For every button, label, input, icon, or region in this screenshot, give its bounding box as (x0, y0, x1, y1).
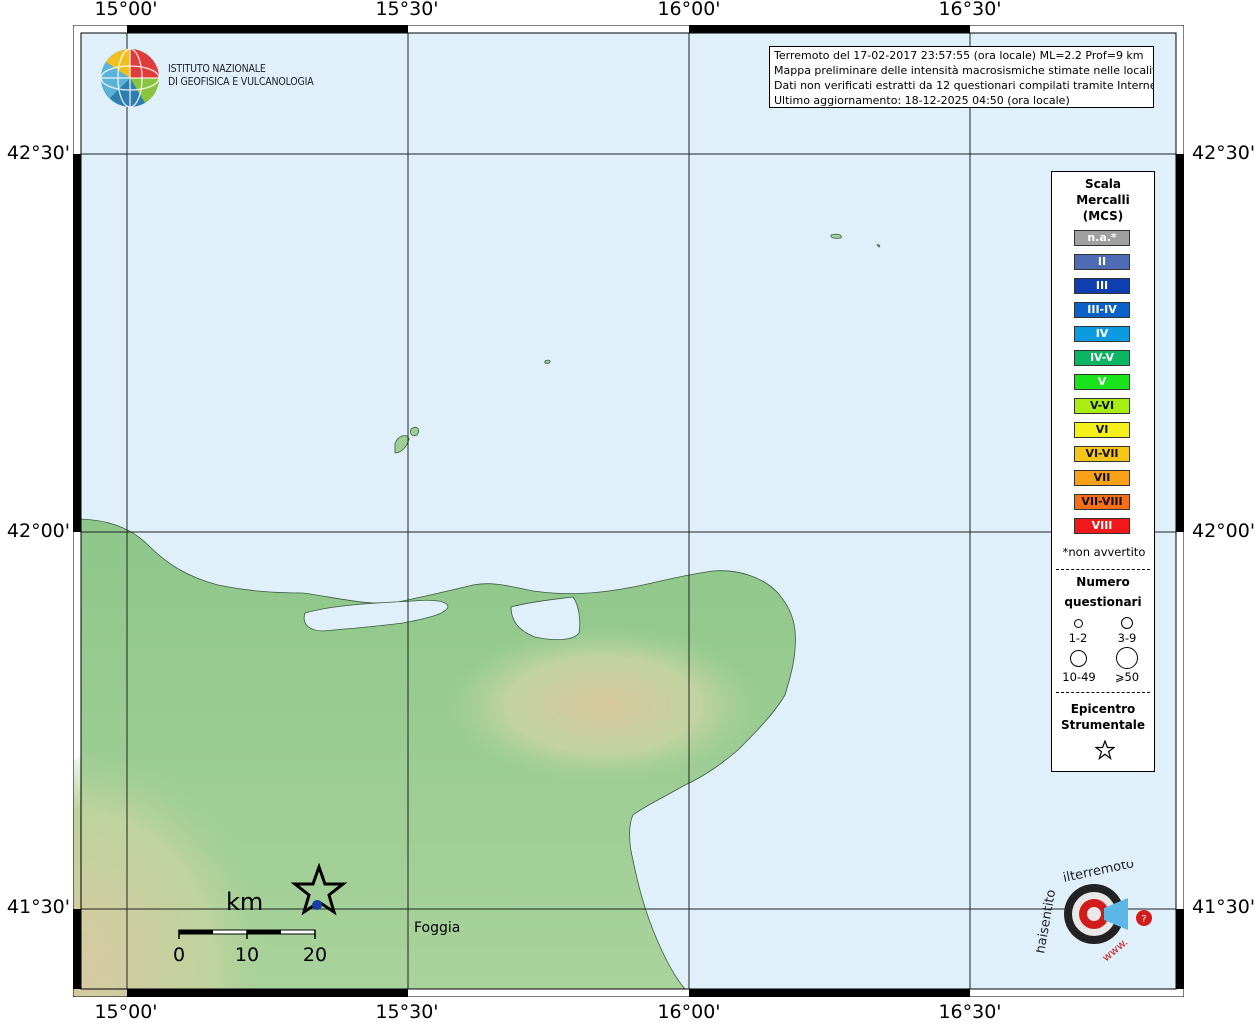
lat-label-left-4200: 42°00' (6, 520, 70, 542)
svg-text:?: ? (1141, 914, 1146, 925)
lat-label-left-4230: 42°30' (6, 142, 70, 164)
lon-label-bottom-1500: 15°00' (94, 1001, 158, 1023)
legend-questionnaire-title2: questionari (1064, 595, 1142, 609)
event-info-line4: Ultimo aggiornamento: 18-12-2025 04:50 (… (774, 94, 1070, 107)
lon-label-top-1600: 16°00' (657, 0, 721, 20)
place-label-foggia: Foggia (414, 920, 461, 936)
legend-divider-1 (1056, 569, 1150, 570)
lon-label-top-1500: 15°00' (94, 0, 158, 20)
lat-label-left-4130: 41°30' (6, 896, 70, 918)
legend-title-mercalli: Mercalli (1076, 193, 1130, 207)
ingv-name-line1: ISTITUTO NAZIONALE (168, 63, 266, 75)
size-label-3-9: 3-9 (1117, 631, 1137, 645)
intensity-swatch-iv: IV (1074, 326, 1130, 342)
legend-epicenter-title1: Epicentro (1070, 702, 1136, 716)
lat-label-right-4230: 42°30' (1192, 142, 1256, 164)
event-info-line1: Terremoto del 17-02-2017 23:57:55 (ora l… (774, 49, 1144, 62)
legend-divider-2 (1056, 692, 1150, 693)
pianosa-island (544, 359, 551, 364)
event-info-box: Terremoto del 17-02-2017 23:57:55 (ora l… (769, 46, 1154, 108)
svg-text:haisentito: haisentito (1036, 888, 1059, 954)
scale-tick-20: 20 (302, 944, 328, 966)
intensity-swatch-vi: VI (1074, 422, 1130, 438)
haisentitoilterremoto-logo[interactable]: ? haisentito ilterremoto www. (1036, 862, 1166, 972)
size-label-10-49: 10-49 (1062, 670, 1096, 684)
ingv-name-line2: DI GEOFISICA E VULCANOLOGIA (168, 76, 314, 88)
scale-unit-label: km (226, 888, 264, 916)
intensity-swatch-v-vi: V-VI (1074, 398, 1130, 414)
lon-label-bottom-1600: 16°00' (657, 1001, 721, 1023)
event-info-line3: Dati non verificati estratti da 12 quest… (774, 79, 1154, 92)
svg-text:ilterremoto: ilterremoto (1062, 862, 1136, 886)
intensity-point[interactable] (312, 900, 322, 910)
event-info-line2: Mappa preliminare delle intensità macros… (774, 64, 1154, 77)
legend-questionnaire-title1: Numero (1076, 575, 1130, 589)
lat-label-right-4130: 41°30' (1192, 896, 1256, 918)
legend-not-felt-note: *non avvertito (1062, 545, 1146, 559)
intensity-swatch-v: V (1074, 374, 1130, 390)
size-circle-large (1070, 650, 1087, 667)
size-circle-small (1074, 619, 1083, 628)
gargano-relief (443, 625, 763, 785)
intensity-swatch-vii: VII (1074, 470, 1130, 486)
legend-title-mcs: (MCS) (1082, 209, 1124, 223)
size-circle-xlarge (1116, 647, 1138, 669)
intensity-swatch-ii: II (1074, 254, 1130, 270)
lon-label-bottom-1530: 15°30' (375, 1001, 439, 1023)
size-circle-medium (1121, 617, 1133, 629)
ingv-name: ISTITUTO NAZIONALE DI GEOFISICA E VULCAN… (168, 63, 314, 89)
legend-panel: Scala Mercalli (MCS) *non avvertito Nume… (1051, 171, 1155, 772)
legend-star-icon (1095, 740, 1115, 760)
legend-epicenter-title2: Strumentale (1060, 718, 1146, 732)
intensity-swatch-vi-vii: VI-VII (1074, 446, 1130, 462)
intensity-swatch-iii-iv: III-IV (1074, 302, 1130, 318)
size-label-50-plus: ⩾50 (1114, 670, 1140, 684)
intensity-swatch-vii-viii: VII-VIII (1074, 494, 1130, 510)
scale-tick-0: 0 (172, 944, 186, 966)
size-label-1-2: 1-2 (1068, 631, 1088, 645)
intensity-swatch-n-a: n.a.* (1074, 230, 1130, 246)
legend-title-scala: Scala (1084, 177, 1122, 191)
intensity-swatch-viii: VIII (1074, 518, 1130, 534)
scale-tick-10: 10 (234, 944, 260, 966)
lat-label-right-4200: 42°00' (1192, 520, 1256, 542)
map-canvas (73, 25, 1184, 997)
lon-label-bottom-1630: 16°30' (938, 1001, 1002, 1023)
macroseismic-map[interactable] (73, 25, 1184, 997)
intensity-swatch-iv-v: IV-V (1074, 350, 1130, 366)
lon-label-top-1630: 16°30' (938, 0, 1002, 20)
intensity-swatch-iii: III (1074, 278, 1130, 294)
lon-label-top-1530: 15°30' (375, 0, 439, 20)
